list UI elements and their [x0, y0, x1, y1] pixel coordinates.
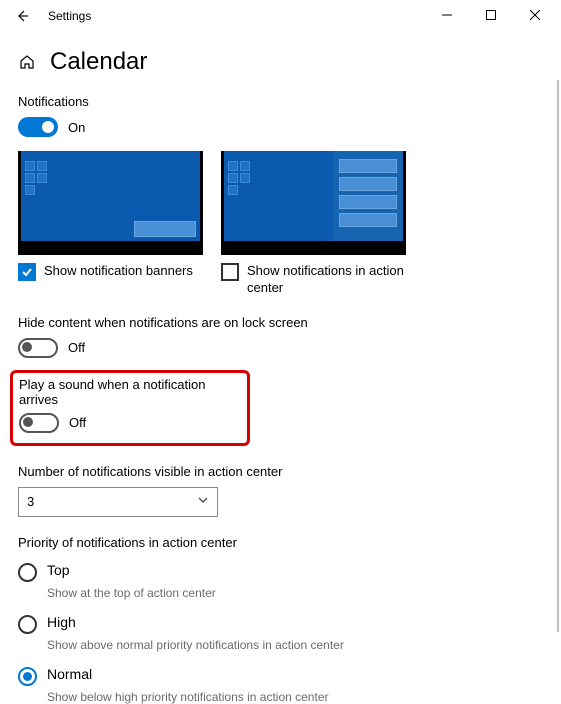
hide-content-label: Hide content when notifications are on l… — [18, 315, 543, 330]
priority-radio-top[interactable] — [18, 563, 37, 582]
hide-content-state: Off — [68, 340, 85, 355]
chevron-down-icon — [197, 494, 209, 509]
page-header: Calendar — [18, 48, 543, 76]
back-button[interactable] — [10, 4, 34, 28]
notifications-toggle-state: On — [68, 120, 85, 135]
page-title: Calendar — [50, 48, 147, 76]
priority-label-normal: Normal — [47, 666, 92, 682]
num-visible-select[interactable]: 3 — [18, 487, 218, 517]
highlighted-setting: Play a sound when a notification arrives… — [10, 370, 250, 446]
play-sound-label: Play a sound when a notification arrives — [19, 377, 241, 407]
show-banners-label: Show notification banners — [44, 263, 193, 280]
priority-label-high: High — [47, 614, 76, 630]
show-action-center-label: Show notifications in action center — [247, 263, 406, 297]
show-action-center-checkbox[interactable] — [221, 263, 239, 281]
play-sound-state: Off — [69, 415, 86, 430]
priority-desc-high: Show above normal priority notifications… — [47, 638, 543, 652]
priority-desc-top: Show at the top of action center — [47, 586, 543, 600]
show-banners-checkbox[interactable] — [18, 263, 36, 281]
hide-content-toggle[interactable] — [18, 338, 58, 358]
priority-radio-group: Top Show at the top of action center Hig… — [18, 562, 543, 704]
notifications-toggle[interactable] — [18, 117, 58, 137]
content: Calendar Notifications On Sh — [0, 32, 561, 704]
priority-label: Priority of notifications in action cent… — [18, 535, 543, 550]
num-visible-value: 3 — [27, 494, 34, 509]
play-sound-toggle[interactable] — [19, 413, 59, 433]
priority-radio-high[interactable] — [18, 615, 37, 634]
preview-row: Show notification banners — [18, 151, 543, 297]
window-controls — [425, 0, 557, 30]
notifications-label: Notifications — [18, 94, 543, 109]
priority-radio-normal[interactable] — [18, 667, 37, 686]
banner-preview[interactable] — [18, 151, 203, 255]
window-title: Settings — [48, 9, 91, 23]
num-visible-label: Number of notifications visible in actio… — [18, 464, 543, 479]
action-center-preview[interactable] — [221, 151, 406, 255]
close-button[interactable] — [513, 0, 557, 30]
maximize-button[interactable] — [469, 0, 513, 30]
priority-desc-normal: Show below high priority notifications i… — [47, 690, 543, 704]
home-icon[interactable] — [18, 53, 36, 71]
minimize-button[interactable] — [425, 0, 469, 30]
scrollbar[interactable] — [557, 80, 559, 632]
priority-label-top: Top — [47, 562, 70, 578]
